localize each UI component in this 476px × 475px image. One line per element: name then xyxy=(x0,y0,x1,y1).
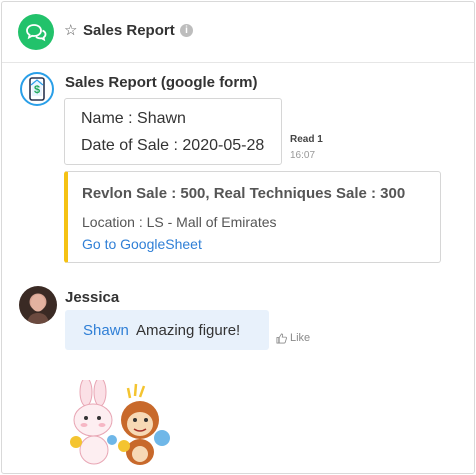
date-line: Date of Sale : 2020-05-28 xyxy=(81,137,265,154)
card-title: Revlon Sale : 500, Real Techniques Sale … xyxy=(82,185,406,202)
phone-dollar-icon: $ xyxy=(29,77,45,101)
form-message-bubble: Name : Shawn Date of Sale : 2020-05-28 xyxy=(64,98,282,165)
thumbs-up-icon xyxy=(276,333,287,343)
card-location: Location : LS - Mall of Emirates xyxy=(82,214,277,230)
read-status: Read 1 xyxy=(290,134,323,145)
bot-avatar[interactable]: $ xyxy=(20,72,54,106)
cheer-sticker[interactable] xyxy=(64,380,182,468)
form-card: Revlon Sale : 500, Real Techniques Sale … xyxy=(64,171,441,263)
info-icon[interactable]: i xyxy=(180,24,193,37)
bot-sender-name: Sales Report (google form) xyxy=(65,74,258,91)
favorite-star-icon[interactable]: ☆ xyxy=(64,22,77,40)
chat-window: ☆ Sales Report i $ Sales Report (google … xyxy=(1,1,475,474)
user-photo-icon xyxy=(27,294,49,324)
avatar[interactable] xyxy=(19,286,57,324)
chat-bubbles-icon xyxy=(26,24,47,42)
like-label: Like xyxy=(290,332,311,344)
name-line: Name : Shawn xyxy=(81,110,186,127)
user-message-bubble: Shawn Amazing figure! xyxy=(65,310,269,350)
user-sender-name: Jessica xyxy=(65,289,120,306)
chat-header: ☆ Sales Report i xyxy=(2,2,474,63)
googlesheet-link[interactable]: Go to GoogleSheet xyxy=(82,236,202,252)
like-button[interactable]: Like xyxy=(276,332,310,344)
chat-app-icon[interactable] xyxy=(18,14,54,50)
message-text: Amazing figure! xyxy=(136,322,241,339)
message-timestamp: 16:07 xyxy=(290,150,316,161)
mention-link[interactable]: Shawn xyxy=(83,322,129,339)
chat-title: Sales Report xyxy=(83,22,175,39)
svg-text:$: $ xyxy=(34,84,40,96)
